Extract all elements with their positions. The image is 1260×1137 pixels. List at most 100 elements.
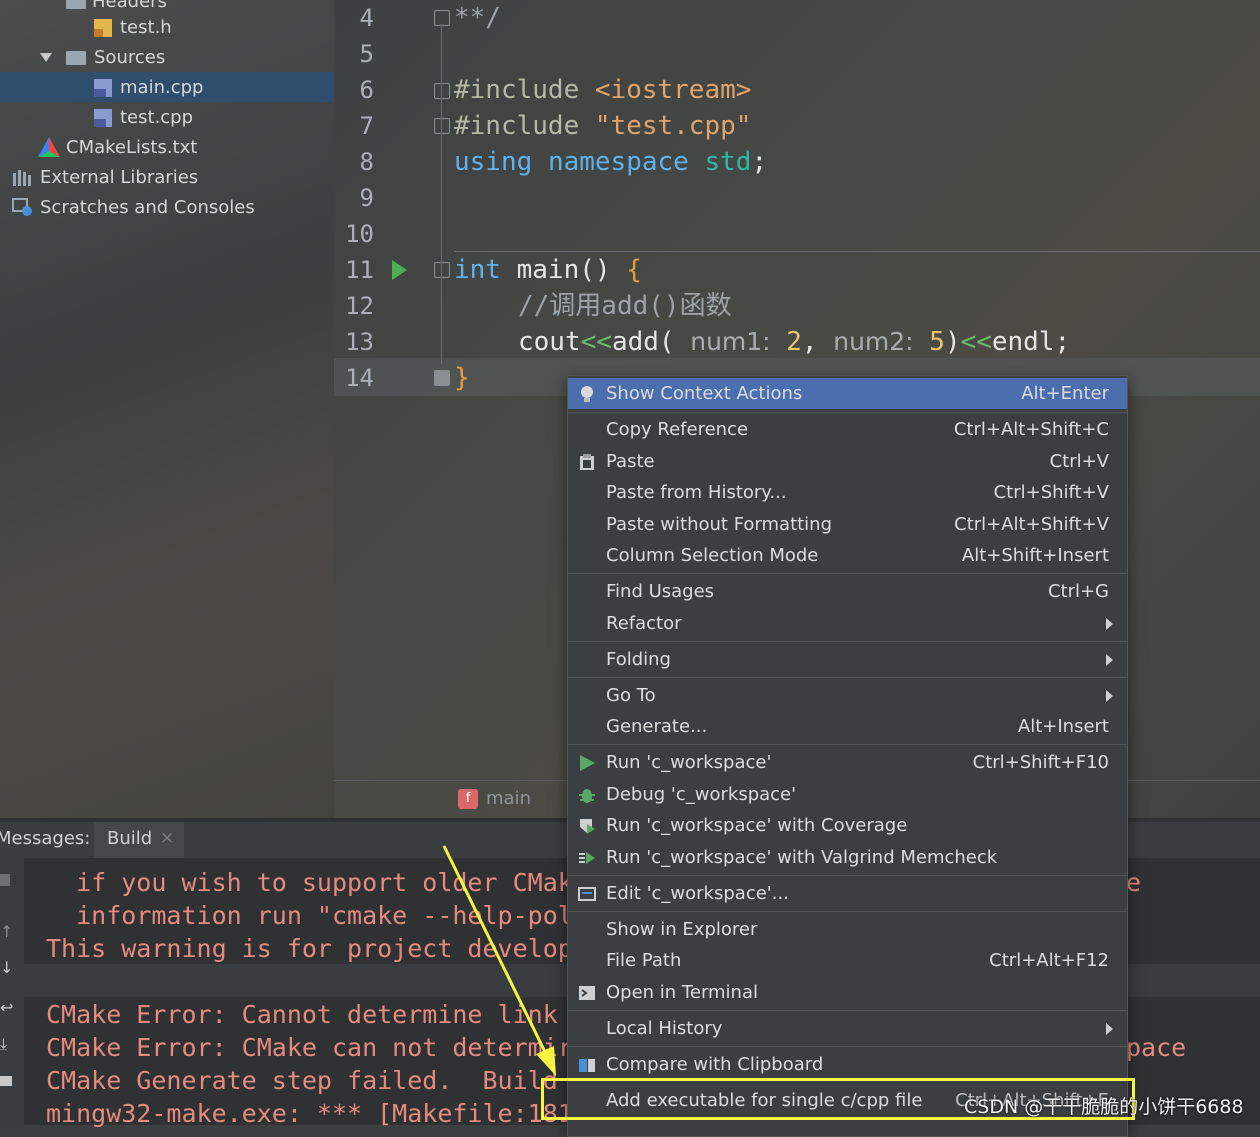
cpp-file-icon [92, 77, 114, 97]
tree-item-label: test.cpp [120, 106, 194, 128]
submenu-arrow-icon [1106, 689, 1113, 702]
tab-build[interactable]: Build [107, 828, 152, 849]
tree-item-test-h[interactable]: test.h [0, 12, 334, 42]
fold-marker-icon[interactable] [434, 370, 450, 386]
run-gutter-icon[interactable] [392, 260, 407, 280]
line-number: 8 [359, 148, 374, 176]
tree-item-cmakelists[interactable]: CMakeLists.txt [0, 132, 334, 162]
tree-item-main-cpp[interactable]: main.cpp [0, 72, 334, 102]
up-arrow-icon[interactable]: ↑ [0, 922, 13, 941]
menu-item-open-in-terminal[interactable]: Open in Terminal [568, 977, 1127, 1008]
down-arrow-icon[interactable]: ↓ [0, 958, 13, 977]
submenu-arrow-icon [1106, 617, 1113, 630]
menu-item-find-usages[interactable]: Find Usages Ctrl+G [568, 576, 1127, 607]
menu-item-refactor[interactable]: Refactor [568, 608, 1127, 639]
breadcrumb[interactable]: f main [458, 788, 531, 809]
tree-item-external-libraries[interactable]: External Libraries [0, 162, 334, 192]
message-line-fragment: e [1126, 868, 1142, 897]
menu-item-run[interactable]: Run 'c_workspace' Ctrl+Shift+F10 [568, 747, 1127, 778]
fold-marker-icon[interactable] [434, 10, 450, 26]
line-number: 12 [345, 292, 374, 320]
submenu-arrow-icon [1106, 653, 1113, 666]
bulb-icon [578, 385, 596, 403]
line-number: 10 [345, 220, 374, 248]
menu-item-copy-reference[interactable]: Copy Reference Ctrl+Alt+Shift+C [568, 414, 1127, 445]
function-icon: f [458, 788, 478, 809]
menu-item-edit-configuration[interactable]: Edit 'c_workspace'... [568, 878, 1127, 909]
cmake-icon [38, 137, 60, 157]
menu-item-paste-from-history[interactable]: Paste from History... Ctrl+Shift+V [568, 477, 1127, 508]
menu-item-paste-without-formatting[interactable]: Paste without Formatting Ctrl+Alt+Shift+V [568, 509, 1127, 540]
breadcrumb-label: main [486, 788, 531, 809]
clipboard-icon [578, 453, 596, 471]
tree-item-sources[interactable]: Sources [0, 42, 334, 72]
code-line-13: cout<<add( num1: 2, num2: 5)<<endl; [518, 327, 1071, 357]
menu-item-debug[interactable]: Debug 'c_workspace' [568, 779, 1127, 810]
terminal-icon [578, 984, 596, 1002]
fold-guide [441, 24, 442, 364]
tree-item-label: CMakeLists.txt [66, 136, 198, 158]
code-line-7: #include "test.cpp" [454, 111, 752, 141]
cpp-file-icon [92, 107, 114, 127]
code-line-14: } [454, 363, 470, 393]
code-line-12: //调用add()函数 [518, 291, 732, 321]
tree-item-scratches[interactable]: Scratches and Consoles [0, 192, 334, 222]
fold-marker-icon[interactable] [434, 262, 450, 278]
editor-context-menu: Show Context Actions Alt+Enter Copy Refe… [567, 375, 1128, 1137]
edit-config-icon [578, 885, 596, 903]
scroll-to-end-icon[interactable]: ⤓ [0, 1034, 7, 1054]
fold-marker-icon[interactable] [434, 118, 450, 134]
message-line-fragment: pace [1126, 1033, 1187, 1062]
watermark: CSDN @干干脆脆的小饼干6688 [964, 1096, 1244, 1118]
valgrind-icon [578, 849, 596, 867]
code-line-4: **/ [454, 3, 501, 33]
tree-item-label: main.cpp [120, 76, 204, 98]
menu-item-column-selection-mode[interactable]: Column Selection Mode Alt+Shift+Insert [568, 540, 1127, 571]
soft-wrap-icon[interactable]: ↩ [0, 998, 13, 1017]
fold-marker-icon[interactable] [434, 83, 450, 99]
folder-icon [66, 47, 88, 67]
menu-item-run-with-coverage[interactable]: Run 'c_workspace' with Coverage [568, 810, 1127, 841]
line-number: 13 [345, 328, 374, 356]
line-number: 6 [359, 76, 374, 104]
code-line-11: int main() { [454, 255, 642, 285]
folder-icon [64, 0, 86, 11]
line-number: 9 [359, 184, 374, 212]
compare-icon [578, 1056, 596, 1074]
annotation-arrow [442, 845, 556, 1076]
submenu-arrow-icon [1106, 1022, 1113, 1035]
messages-toolbar: ↑ ↓ ↩ ⤓ [0, 858, 24, 1125]
menu-item-go-to[interactable]: Go To [568, 680, 1127, 711]
tree-item-test-cpp[interactable]: test.cpp [0, 102, 334, 132]
tree-item-label: Headers [92, 0, 167, 12]
line-number: 5 [359, 40, 374, 68]
menu-item-show-in-explorer[interactable]: Show in Explorer [568, 914, 1127, 945]
line-number: 11 [345, 256, 374, 284]
tree-item-label: Scratches and Consoles [40, 196, 255, 218]
coverage-icon [578, 817, 596, 835]
tree-item-label: Sources [94, 46, 166, 68]
menu-item-show-context-actions[interactable]: Show Context Actions Alt+Enter [568, 378, 1127, 409]
messages-title: Messages: [0, 828, 91, 849]
menu-item-compare-with-clipboard[interactable]: Compare with Clipboard [568, 1049, 1127, 1080]
line-number: 14 [345, 364, 374, 392]
print-icon[interactable] [0, 1076, 12, 1086]
menu-item-generate[interactable]: Generate... Alt+Insert [568, 711, 1127, 742]
project-tree: Headers test.h Sources main.cpp test.cpp… [0, 0, 334, 818]
menu-item-run-with-valgrind[interactable]: Run 'c_workspace' with Valgrind Memcheck [568, 842, 1127, 873]
header-file-icon [92, 17, 114, 37]
stop-icon[interactable] [0, 874, 10, 886]
menu-item-local-history[interactable]: Local History [568, 1013, 1127, 1044]
menu-item-paste[interactable]: Paste Ctrl+V [568, 446, 1127, 477]
tree-item-label: External Libraries [40, 166, 199, 188]
chevron-down-icon[interactable] [40, 52, 52, 62]
menu-item-folding[interactable]: Folding [568, 644, 1127, 675]
debug-icon [578, 786, 596, 804]
menu-item-file-path[interactable]: File Path Ctrl+Alt+F12 [568, 945, 1127, 976]
code-line-8: using namespace std; [454, 147, 768, 177]
message-line: mingw32-make.exe: *** [Makefile:181 [46, 1099, 573, 1128]
run-icon [578, 754, 596, 772]
tree-item-label: test.h [120, 16, 172, 38]
close-icon[interactable]: × [160, 828, 174, 848]
line-number: 7 [359, 112, 374, 140]
